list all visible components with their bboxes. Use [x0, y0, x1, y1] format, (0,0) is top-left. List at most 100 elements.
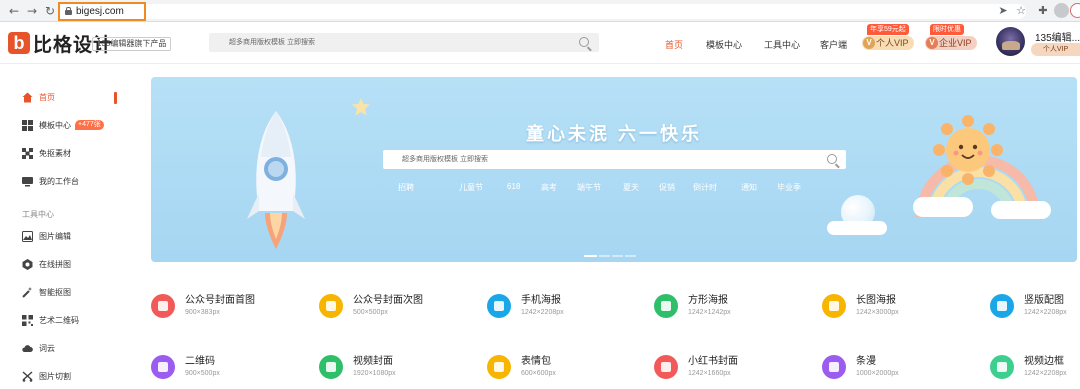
- header-search-placeholder: 超多商用版权模板 立即搜索: [229, 39, 315, 46]
- sidebar-item-collage[interactable]: 在线拼图: [22, 256, 71, 272]
- banner-tag[interactable]: 促销: [659, 182, 675, 193]
- logo-mark: b: [8, 32, 30, 54]
- category-size: 500×500px: [353, 309, 388, 316]
- monitor-icon: [22, 176, 33, 187]
- bookmark-star-icon[interactable]: ☆: [1014, 4, 1028, 18]
- category-text: 方形海报 1242×1242px: [688, 294, 731, 318]
- comic-strip-icon: [822, 355, 846, 379]
- user-name[interactable]: 135编辑...: [1035, 29, 1080, 44]
- sidebar-item-label: 在线拼图: [39, 259, 71, 269]
- video-cover-icon: [319, 355, 343, 379]
- share-icon[interactable]: ➤: [996, 4, 1010, 18]
- enterprise-vip-button[interactable]: V 企业VIP: [925, 36, 977, 50]
- cloud-illustration: [913, 197, 973, 217]
- banner-tag[interactable]: 毕业季: [777, 182, 801, 193]
- sidebar-item-templates[interactable]: 模板中心 +477张: [22, 117, 104, 133]
- category-comic-strip[interactable]: 条漫 1000×2000px: [822, 355, 899, 385]
- qrcode-icon: [151, 355, 175, 379]
- tools-section-title: 工具中心: [22, 210, 54, 219]
- banner-tag[interactable]: 端午节: [577, 182, 601, 193]
- category-size: 1242×1660px: [688, 370, 731, 377]
- category-sticker[interactable]: 表情包 600×600px: [487, 355, 556, 385]
- home-icon: [22, 92, 33, 103]
- account-avatar-icon[interactable]: [1070, 3, 1080, 18]
- banner-tag[interactable]: 618: [507, 182, 520, 191]
- carousel-dot[interactable]: [625, 255, 636, 257]
- address-bar[interactable]: bigesj.com: [58, 2, 146, 21]
- sidebar-item-label: 我的工作台: [39, 176, 79, 186]
- category-vertical-image[interactable]: 竖版配图 1242×2208px: [990, 294, 1067, 324]
- category-cover-first[interactable]: 公众号封面首图 900×383px: [151, 294, 255, 324]
- category-text: 竖版配图 1242×2208px: [1024, 294, 1067, 318]
- nav-tools[interactable]: 工具中心: [764, 38, 800, 51]
- banner-tag[interactable]: 儿童节: [459, 182, 483, 193]
- banner-tag[interactable]: 通知: [741, 182, 757, 193]
- category-xiaohongshu-cover[interactable]: 小红书封面 1242×1660px: [654, 355, 738, 385]
- hero-banner[interactable]: 童心未泯 六一快乐 超多商用版权模板 立即搜索 招聘 儿童节 618 高考 端午…: [151, 77, 1077, 262]
- category-name: 公众号封面次图: [353, 295, 423, 306]
- search-icon[interactable]: [827, 154, 837, 164]
- category-size: 1242×2208px: [1024, 370, 1067, 377]
- category-phone-poster[interactable]: 手机海报 1242×2208px: [487, 294, 564, 324]
- category-text: 公众号封面首图 900×383px: [185, 294, 255, 318]
- profile-icon[interactable]: [1054, 3, 1069, 18]
- category-video-cover[interactable]: 视频封面 1920×1080px: [319, 355, 396, 385]
- sidebar-item-label: 首页: [39, 92, 55, 102]
- avatar[interactable]: [996, 27, 1025, 56]
- enterprise-vip-promo: 限时优惠: [930, 24, 964, 35]
- reload-icon[interactable]: ↻: [42, 3, 58, 19]
- carousel-dots: [584, 255, 636, 258]
- banner-tag[interactable]: 夏天: [623, 182, 639, 193]
- nav-client[interactable]: 客户端: [820, 38, 847, 51]
- sidebar-item-workspace[interactable]: 我的工作台: [22, 173, 79, 189]
- sidebar-item-qrcode[interactable]: 艺术二维码: [22, 312, 79, 328]
- carousel-dot[interactable]: [612, 255, 623, 257]
- banner-tag[interactable]: 倒计时: [693, 182, 717, 193]
- cover-second-icon: [319, 294, 343, 318]
- personal-vip-button[interactable]: V 个人VIP: [862, 36, 914, 50]
- sidebar-item-label: 词云: [39, 343, 55, 353]
- carousel-dot[interactable]: [599, 255, 610, 257]
- enterprise-vip-label: 企业VIP: [939, 38, 972, 48]
- cloud-illustration: [991, 201, 1051, 219]
- address-bar-extension[interactable]: [146, 4, 1026, 19]
- banner-tag[interactable]: 高考: [541, 182, 557, 193]
- sidebar-item-image-cut[interactable]: 图片切割: [22, 368, 71, 384]
- long-poster-icon: [822, 294, 846, 318]
- image-edit-icon: [22, 230, 33, 242]
- lock-icon: [65, 7, 72, 15]
- nav-home[interactable]: 首页: [665, 38, 683, 51]
- extensions-icon[interactable]: ✚: [1036, 4, 1050, 18]
- category-text: 长图海报 1242×3000px: [856, 294, 899, 318]
- forward-arrow-icon[interactable]: →: [24, 3, 40, 19]
- sidebar-item-image-edit[interactable]: 图片编辑: [22, 228, 71, 244]
- sidebar-item-wordcloud[interactable]: 词云: [22, 340, 55, 356]
- category-long-poster[interactable]: 长图海报 1242×3000px: [822, 294, 899, 324]
- personal-vip-promo: 年享59元起: [867, 24, 909, 35]
- personal-vip-label: 个人VIP: [876, 38, 909, 48]
- category-size: 1242×2208px: [1024, 309, 1067, 316]
- sidebar: 首页 模板中心 +477张 免抠素材 我的工作台 工具中心 图片编辑 在线拼图: [0, 80, 120, 389]
- sticker-icon: [487, 355, 511, 379]
- cloud-illustration: [827, 221, 887, 235]
- carousel-dot[interactable]: [584, 255, 597, 257]
- nav-templates[interactable]: 模板中心: [706, 38, 742, 51]
- sidebar-item-label: 模板中心: [39, 120, 71, 130]
- vip-v-icon: V: [926, 37, 938, 49]
- search-icon[interactable]: [579, 37, 589, 47]
- category-qrcode[interactable]: 二维码 900×500px: [151, 355, 220, 385]
- category-cover-second[interactable]: 公众号封面次图 500×500px: [319, 294, 423, 324]
- banner-search-input[interactable]: 超多商用版权模板 立即搜索: [383, 150, 846, 169]
- back-arrow-icon[interactable]: ←: [6, 3, 22, 19]
- magic-wand-icon: [22, 286, 33, 298]
- phone-poster-icon: [487, 294, 511, 318]
- category-square-poster[interactable]: 方形海报 1242×1242px: [654, 294, 731, 324]
- category-text: 视频封面 1920×1080px: [353, 355, 396, 379]
- sidebar-item-home[interactable]: 首页: [22, 89, 55, 105]
- count-badge: +477张: [75, 120, 104, 130]
- sidebar-item-cutout[interactable]: 智能抠图: [22, 284, 71, 300]
- header-search-input[interactable]: 超多商用版权模板 立即搜索: [209, 33, 599, 52]
- sidebar-item-materials[interactable]: 免抠素材: [22, 145, 71, 161]
- category-video-frame[interactable]: 视频边框 1242×2208px: [990, 355, 1067, 385]
- banner-tag[interactable]: 招聘: [398, 182, 414, 193]
